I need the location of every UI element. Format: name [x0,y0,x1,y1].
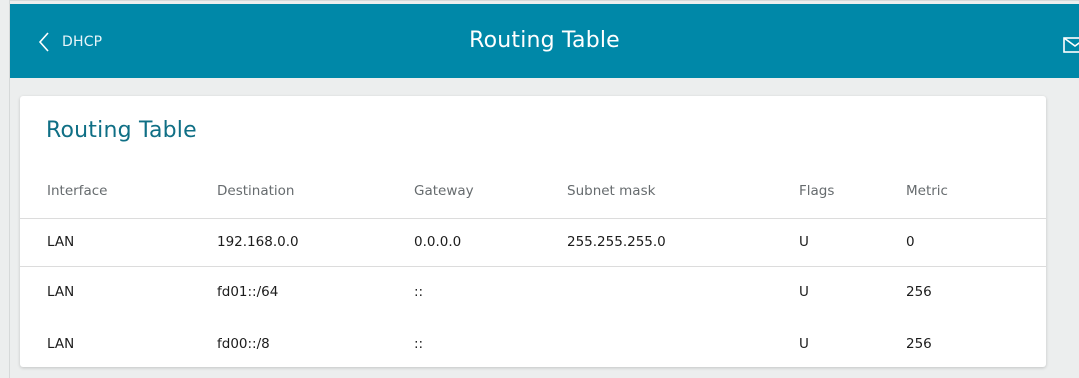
row-divider [20,266,1046,267]
card-title: Routing Table [46,118,197,143]
cell-destination: fd01::/64 [217,284,279,300]
cell-interface: LAN [47,336,75,352]
top-bar: DHCP Routing Table [10,4,1079,78]
routing-table-card: Routing Table Interface Destination Gate… [20,96,1046,367]
column-header-gateway: Gateway [414,183,474,199]
cell-subnet-mask: 255.255.255.0 [567,234,666,250]
column-header-metric: Metric [906,183,948,199]
cell-metric: 256 [906,336,932,352]
cell-gateway: 0.0.0.0 [414,234,462,250]
column-header-subnet-mask: Subnet mask [567,183,656,199]
cell-metric: 0 [906,234,915,250]
cell-gateway: :: [414,336,424,352]
mail-icon [1063,37,1079,53]
cell-metric: 256 [906,284,932,300]
cell-destination: 192.168.0.0 [217,234,299,250]
cell-flags: U [799,336,809,352]
column-header-flags: Flags [799,183,835,199]
column-header-interface: Interface [47,183,108,199]
mail-button[interactable] [1063,37,1079,57]
cell-interface: LAN [47,284,75,300]
page-title: Routing Table [469,28,620,53]
column-header-destination: Destination [217,183,295,199]
cell-gateway: :: [414,284,424,300]
cell-flags: U [799,284,809,300]
cell-flags: U [799,234,809,250]
cell-interface: LAN [47,234,75,250]
cell-destination: fd00::/8 [217,336,270,352]
header-divider [20,218,1046,219]
